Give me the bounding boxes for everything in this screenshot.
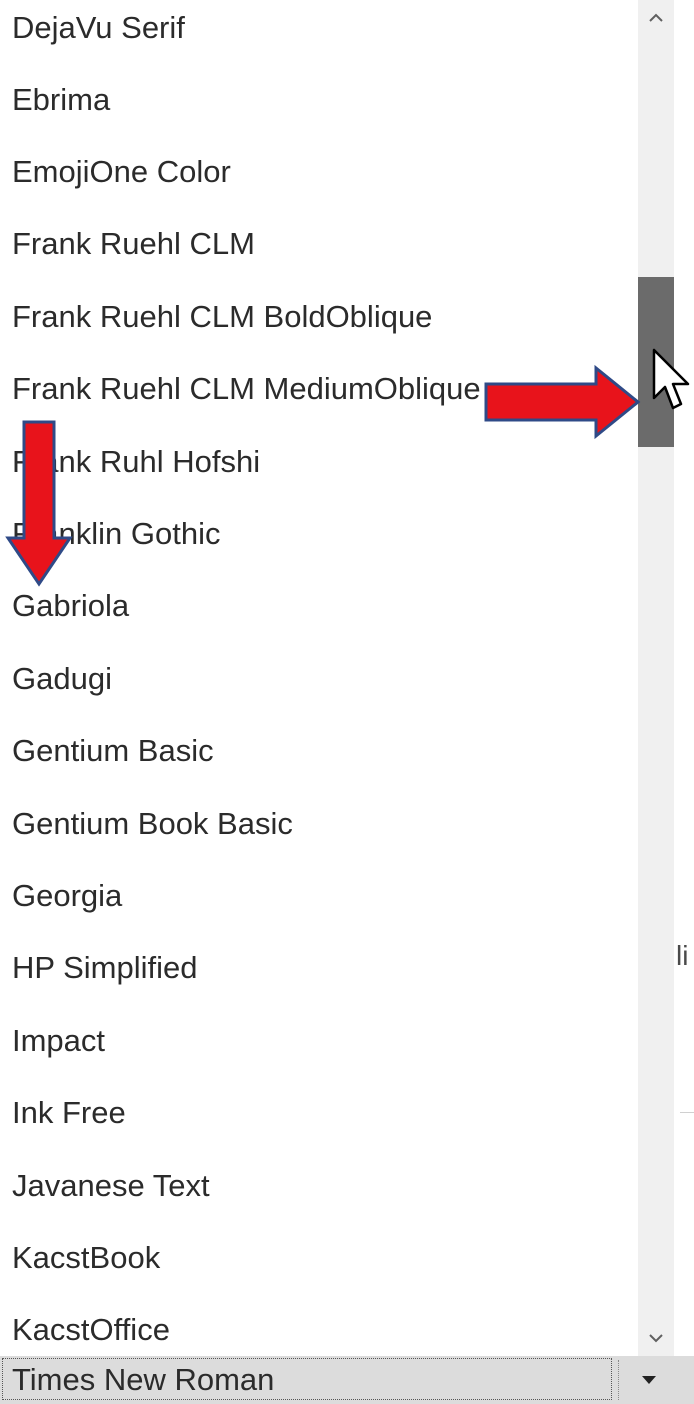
font-option[interactable]: Javanese Text (12, 1158, 632, 1214)
font-option[interactable]: Ink Free (12, 1085, 632, 1141)
background-partial-text: li (676, 940, 689, 971)
font-option[interactable]: Frank Ruhl Hofshi (12, 434, 632, 490)
font-option[interactable]: Ebrima (12, 72, 632, 128)
font-option[interactable]: Frank Ruehl CLM (12, 216, 632, 272)
mouse-pointer-icon (652, 348, 690, 410)
font-dropdown-list[interactable]: DejaVu Serif Ebrima EmojiOne Color Frank… (0, 0, 638, 1356)
font-option[interactable]: Gadugi (12, 651, 632, 707)
font-option[interactable]: Franklin Gothic (12, 506, 632, 562)
font-option[interactable]: Gabriola (12, 578, 632, 634)
caret-down-icon (642, 1376, 656, 1384)
background-divider (680, 1112, 694, 1113)
font-option[interactable]: Frank Ruehl CLM BoldOblique (12, 289, 632, 345)
font-option[interactable]: DejaVu Serif (12, 0, 632, 56)
font-dropdown-button[interactable] (624, 1356, 674, 1404)
font-option[interactable]: HP Simplified (12, 940, 632, 996)
annotation-arrow-right-icon (484, 364, 641, 440)
chevron-up-icon (649, 13, 663, 22)
combobox-separator (618, 1360, 620, 1400)
font-name-combobox[interactable]: Times New Roman (0, 1356, 694, 1404)
scroll-up-button[interactable] (638, 0, 674, 36)
font-option[interactable]: Impact (12, 1013, 632, 1069)
vertical-scrollbar[interactable] (638, 0, 674, 1356)
font-option[interactable]: Gentium Basic (12, 723, 632, 779)
background-document-edge (674, 0, 694, 1404)
font-name-value: Times New Roman (12, 1362, 275, 1397)
font-option[interactable]: Gentium Book Basic (12, 796, 632, 852)
chevron-down-icon (649, 1334, 663, 1343)
font-option[interactable]: KacstBook (12, 1230, 632, 1286)
font-option[interactable]: KacstOffice (12, 1302, 632, 1356)
annotation-arrow-down-icon (5, 420, 73, 587)
scroll-down-button[interactable] (638, 1320, 674, 1356)
font-option[interactable]: EmojiOne Color (12, 144, 632, 200)
font-option[interactable]: Georgia (12, 868, 632, 924)
